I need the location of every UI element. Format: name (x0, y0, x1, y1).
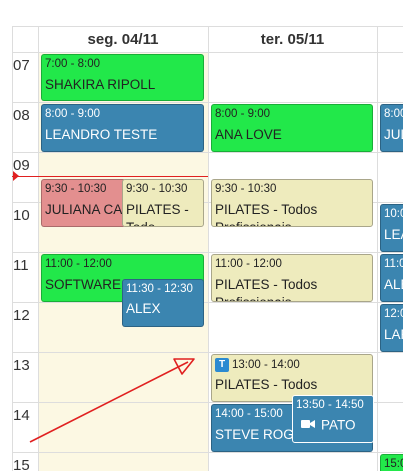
calendar: seg. 04/11 ter. 05/11 07 08 09 10 11 12 … (0, 0, 403, 471)
annotation-arrow (29, 358, 195, 443)
